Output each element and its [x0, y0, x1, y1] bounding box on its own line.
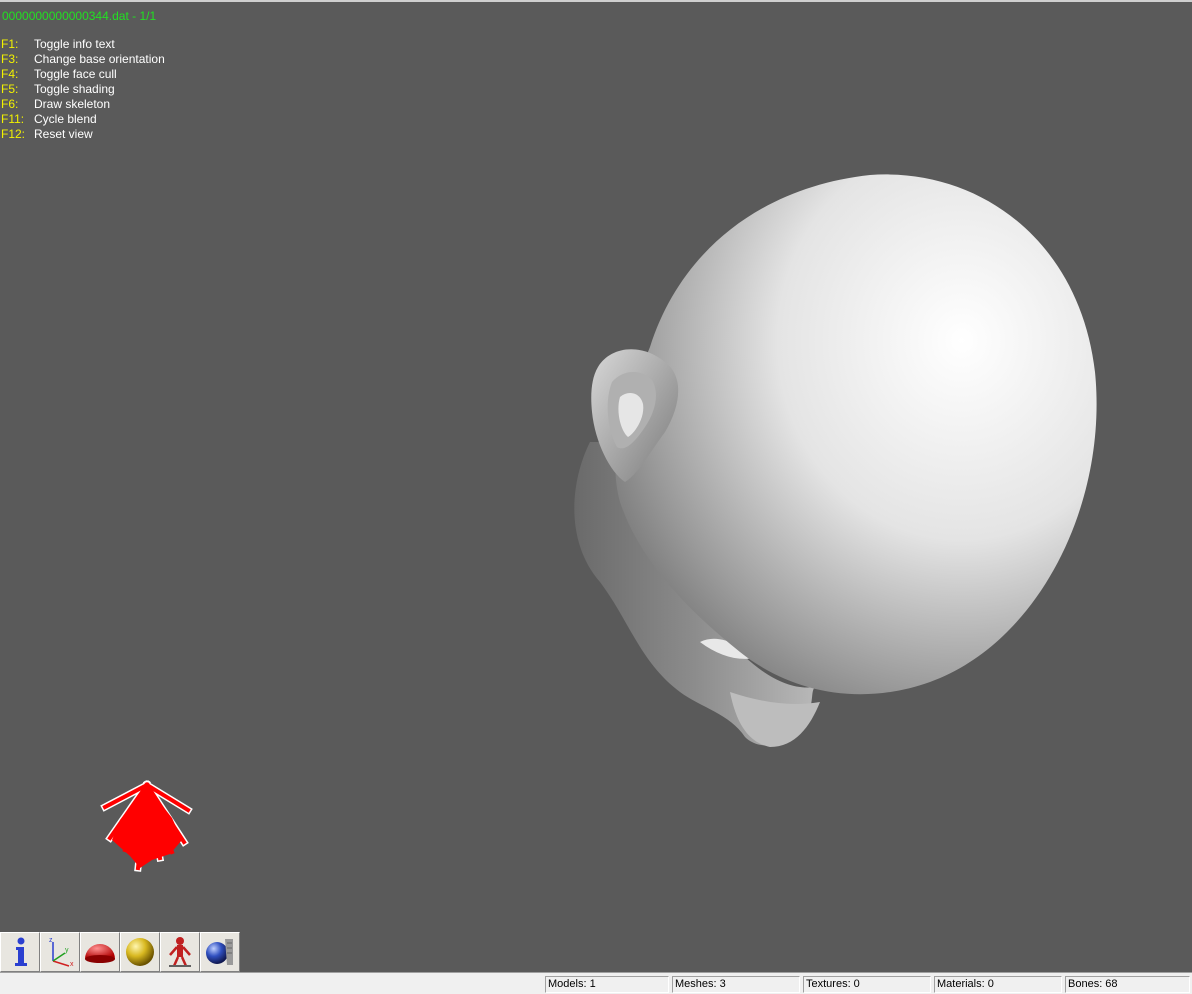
skeleton-button[interactable]: [160, 932, 200, 972]
sphere-icon: [126, 938, 154, 966]
toolbar: z y x: [0, 932, 240, 972]
help-key: F5:: [1, 82, 19, 96]
help-label: Toggle info text: [34, 37, 115, 51]
blend-button[interactable]: [200, 932, 240, 972]
help-label: Change base orientation: [34, 52, 165, 66]
axis-label-z: z: [49, 937, 53, 944]
axes-button[interactable]: z y x: [40, 932, 80, 972]
skeleton-figure-icon: [169, 937, 191, 967]
status-materials: Materials: 0: [934, 976, 1062, 993]
status-models: Models: 1: [545, 976, 669, 993]
info-button[interactable]: [0, 932, 40, 972]
status-bones: Bones: 68: [1065, 976, 1190, 993]
axis-label-x: x: [70, 961, 74, 968]
help-key: F4:: [1, 67, 19, 81]
help-key: F6:: [1, 97, 19, 111]
globe-tool-icon: [206, 939, 233, 965]
skeleton: [100, 780, 193, 872]
help-key: F12:: [1, 127, 26, 141]
help-key: F11:: [1, 112, 25, 126]
dome-icon: [85, 944, 115, 963]
status-textures: Textures: 0: [803, 976, 931, 993]
axes-icon: z y x: [49, 937, 74, 968]
shading-button[interactable]: [120, 932, 160, 972]
help-key: F3:: [1, 52, 19, 66]
axis-label-y: y: [65, 947, 69, 954]
file-title: 0000000000000344.dat - 1/1: [2, 9, 157, 23]
help-label: Reset view: [34, 127, 93, 141]
help-label: Toggle face cull: [34, 67, 117, 81]
info-icon: [15, 937, 27, 966]
help-label: Draw skeleton: [34, 97, 111, 111]
face-cull-button[interactable]: [80, 932, 120, 972]
help-label: Cycle blend: [34, 112, 97, 126]
head-model: [574, 174, 1097, 747]
status-bar: Models: 1 Meshes: 3 Textures: 0 Material…: [0, 972, 1192, 994]
3d-viewport[interactable]: 0000000000000344.dat - 1/1 F1: Toggle in…: [0, 0, 1192, 972]
help-label: Toggle shading: [34, 82, 115, 96]
status-meshes: Meshes: 3: [672, 976, 800, 993]
help-key: F1:: [1, 37, 19, 51]
